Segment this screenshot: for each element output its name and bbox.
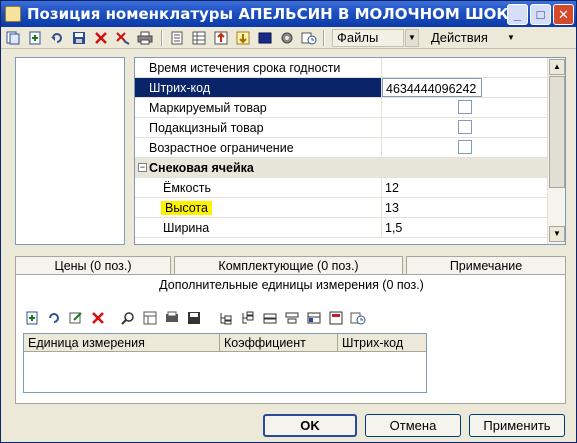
property-value[interactable] [381, 58, 547, 77]
tab-components[interactable]: Комплектующие (0 поз.) [174, 256, 403, 275]
property-name: Подакцизный товар [149, 121, 264, 135]
collapse-icon[interactable]: − [138, 163, 147, 172]
window-title: Позиция номенклатуры АПЕЛЬСИН В МОЛОЧНОМ… [27, 5, 507, 23]
actions-menu-dropdown[interactable]: ▼ [504, 29, 518, 47]
table-header: Единица измерения Коэффициент Штрих-код [24, 334, 426, 352]
minimize-button[interactable]: _ [507, 4, 528, 25]
barcode-field[interactable]: 4634444096242 [381, 78, 547, 97]
delete-row-icon[interactable] [90, 310, 106, 326]
print-icon[interactable] [137, 30, 153, 46]
property-row[interactable]: Подакцизный товар [135, 118, 547, 138]
column-header-unit[interactable]: Единица измерения [24, 334, 220, 352]
tab-panel-units: Дополнительные единицы измерения (0 поз.… [15, 274, 566, 404]
columns-icon[interactable] [306, 310, 322, 326]
settings-icon[interactable] [279, 30, 295, 46]
property-name: Штрих-код [149, 81, 211, 95]
new-icon[interactable] [27, 30, 43, 46]
tab-notes[interactable]: Примечание [406, 256, 566, 275]
files-menu[interactable]: Файлы [332, 29, 404, 47]
save-icon[interactable] [71, 30, 87, 46]
property-value[interactable]: 13 [381, 198, 547, 217]
tree-collapse-icon[interactable] [240, 310, 256, 326]
property-row-barcode[interactable]: Штрих-код 4634444096242 [135, 78, 547, 98]
save-table-icon[interactable] [186, 310, 202, 326]
app-icon [5, 6, 21, 22]
property-grid: Время истечения срока годности Штрих-код… [134, 57, 566, 245]
property-name: Ширина [163, 221, 210, 235]
scroll-up-button[interactable]: ▲ [549, 59, 565, 75]
title-bar[interactable]: Позиция номенклатуры АПЕЛЬСИН В МОЛОЧНОМ… [1, 1, 576, 27]
delete-icon[interactable] [93, 30, 109, 46]
import-icon[interactable] [235, 30, 251, 46]
search-icon[interactable] [120, 310, 136, 326]
table-icon[interactable] [191, 30, 207, 46]
dialog-window: Позиция номенклатуры АПЕЛЬСИН В МОЛОЧНОМ… [0, 0, 577, 443]
property-row[interactable]: Высота 13 [135, 198, 547, 218]
property-value[interactable]: 12 [381, 178, 547, 197]
close-button[interactable]: ✕ [553, 4, 574, 25]
panel-title: Дополнительные единицы измерения (0 поз.… [159, 278, 424, 292]
column-header-barcode[interactable]: Штрих-код [338, 334, 426, 352]
marked-product-checkbox[interactable] [458, 100, 472, 114]
refresh-icon[interactable] [49, 30, 65, 46]
property-name: Маркируемый товар [149, 101, 267, 115]
units-table[interactable]: Единица измерения Коэффициент Штрих-код [23, 333, 427, 393]
property-row[interactable]: Ширина 1,5 [135, 218, 547, 238]
tab-prices[interactable]: Цены (0 поз.) [15, 256, 171, 275]
scroll-down-button[interactable]: ▼ [549, 226, 565, 242]
clear-icon[interactable] [115, 30, 131, 46]
add-icon[interactable] [24, 310, 40, 326]
toolbar-separator [323, 30, 325, 46]
property-name: Ёмкость [163, 181, 211, 195]
copy-row-icon[interactable] [46, 310, 62, 326]
tab-strip: Цены (0 поз.) Комплектующие (0 поз.) При… [15, 256, 566, 275]
history-icon[interactable] [301, 30, 317, 46]
tree-expand-icon[interactable] [218, 310, 234, 326]
edit-icon[interactable] [68, 310, 84, 326]
property-name: Время истечения срока годности [149, 61, 341, 75]
property-name: Высота [161, 201, 212, 215]
maximize-button[interactable]: □ [530, 4, 551, 25]
vertical-scrollbar[interactable]: ▲ ▼ [547, 58, 565, 244]
property-value[interactable]: 1,5 [381, 218, 547, 237]
barcode-input[interactable]: 4634444096242 [382, 78, 482, 97]
files-menu-dropdown[interactable]: ▼ [405, 29, 419, 47]
apply-button[interactable]: Применить [469, 414, 565, 437]
excise-product-checkbox[interactable] [458, 120, 472, 134]
group-icon[interactable] [284, 310, 300, 326]
property-value[interactable] [381, 138, 547, 157]
group-name: Снековая ячейка [149, 161, 254, 175]
property-name: Возрастное ограничение [149, 141, 294, 155]
scroll-thumb[interactable] [549, 76, 565, 188]
units-toolbar [24, 310, 404, 328]
property-row[interactable]: Возрастное ограничение [135, 138, 547, 158]
level-icon[interactable] [262, 310, 278, 326]
cancel-button[interactable]: Отмена [365, 414, 461, 437]
print-preview-icon[interactable] [164, 310, 180, 326]
property-row[interactable]: Время истечения срока годности [135, 58, 547, 78]
property-group[interactable]: − Снековая ячейка [135, 158, 547, 178]
property-row[interactable]: Маркируемый товар [135, 98, 547, 118]
copy-icon[interactable] [5, 30, 21, 46]
table-view-icon[interactable] [142, 310, 158, 326]
property-row[interactable]: Ёмкость 12 [135, 178, 547, 198]
filter-icon[interactable] [328, 310, 344, 326]
age-restriction-checkbox[interactable] [458, 140, 472, 154]
export-icon[interactable] [213, 30, 229, 46]
actions-menu[interactable]: Действия [426, 29, 506, 47]
main-toolbar: Файлы ▼ Действия ▼ [1, 27, 576, 49]
ok-button[interactable]: OK [263, 414, 357, 437]
property-value[interactable] [381, 98, 547, 117]
property-value[interactable] [381, 118, 547, 137]
picture-pane[interactable] [15, 57, 125, 245]
panel-icon[interactable] [257, 30, 273, 46]
document-icon[interactable] [169, 30, 185, 46]
history-table-icon[interactable] [350, 310, 366, 326]
toolbar-separator [161, 30, 163, 46]
column-header-coefficient[interactable]: Коэффициент [220, 334, 338, 352]
